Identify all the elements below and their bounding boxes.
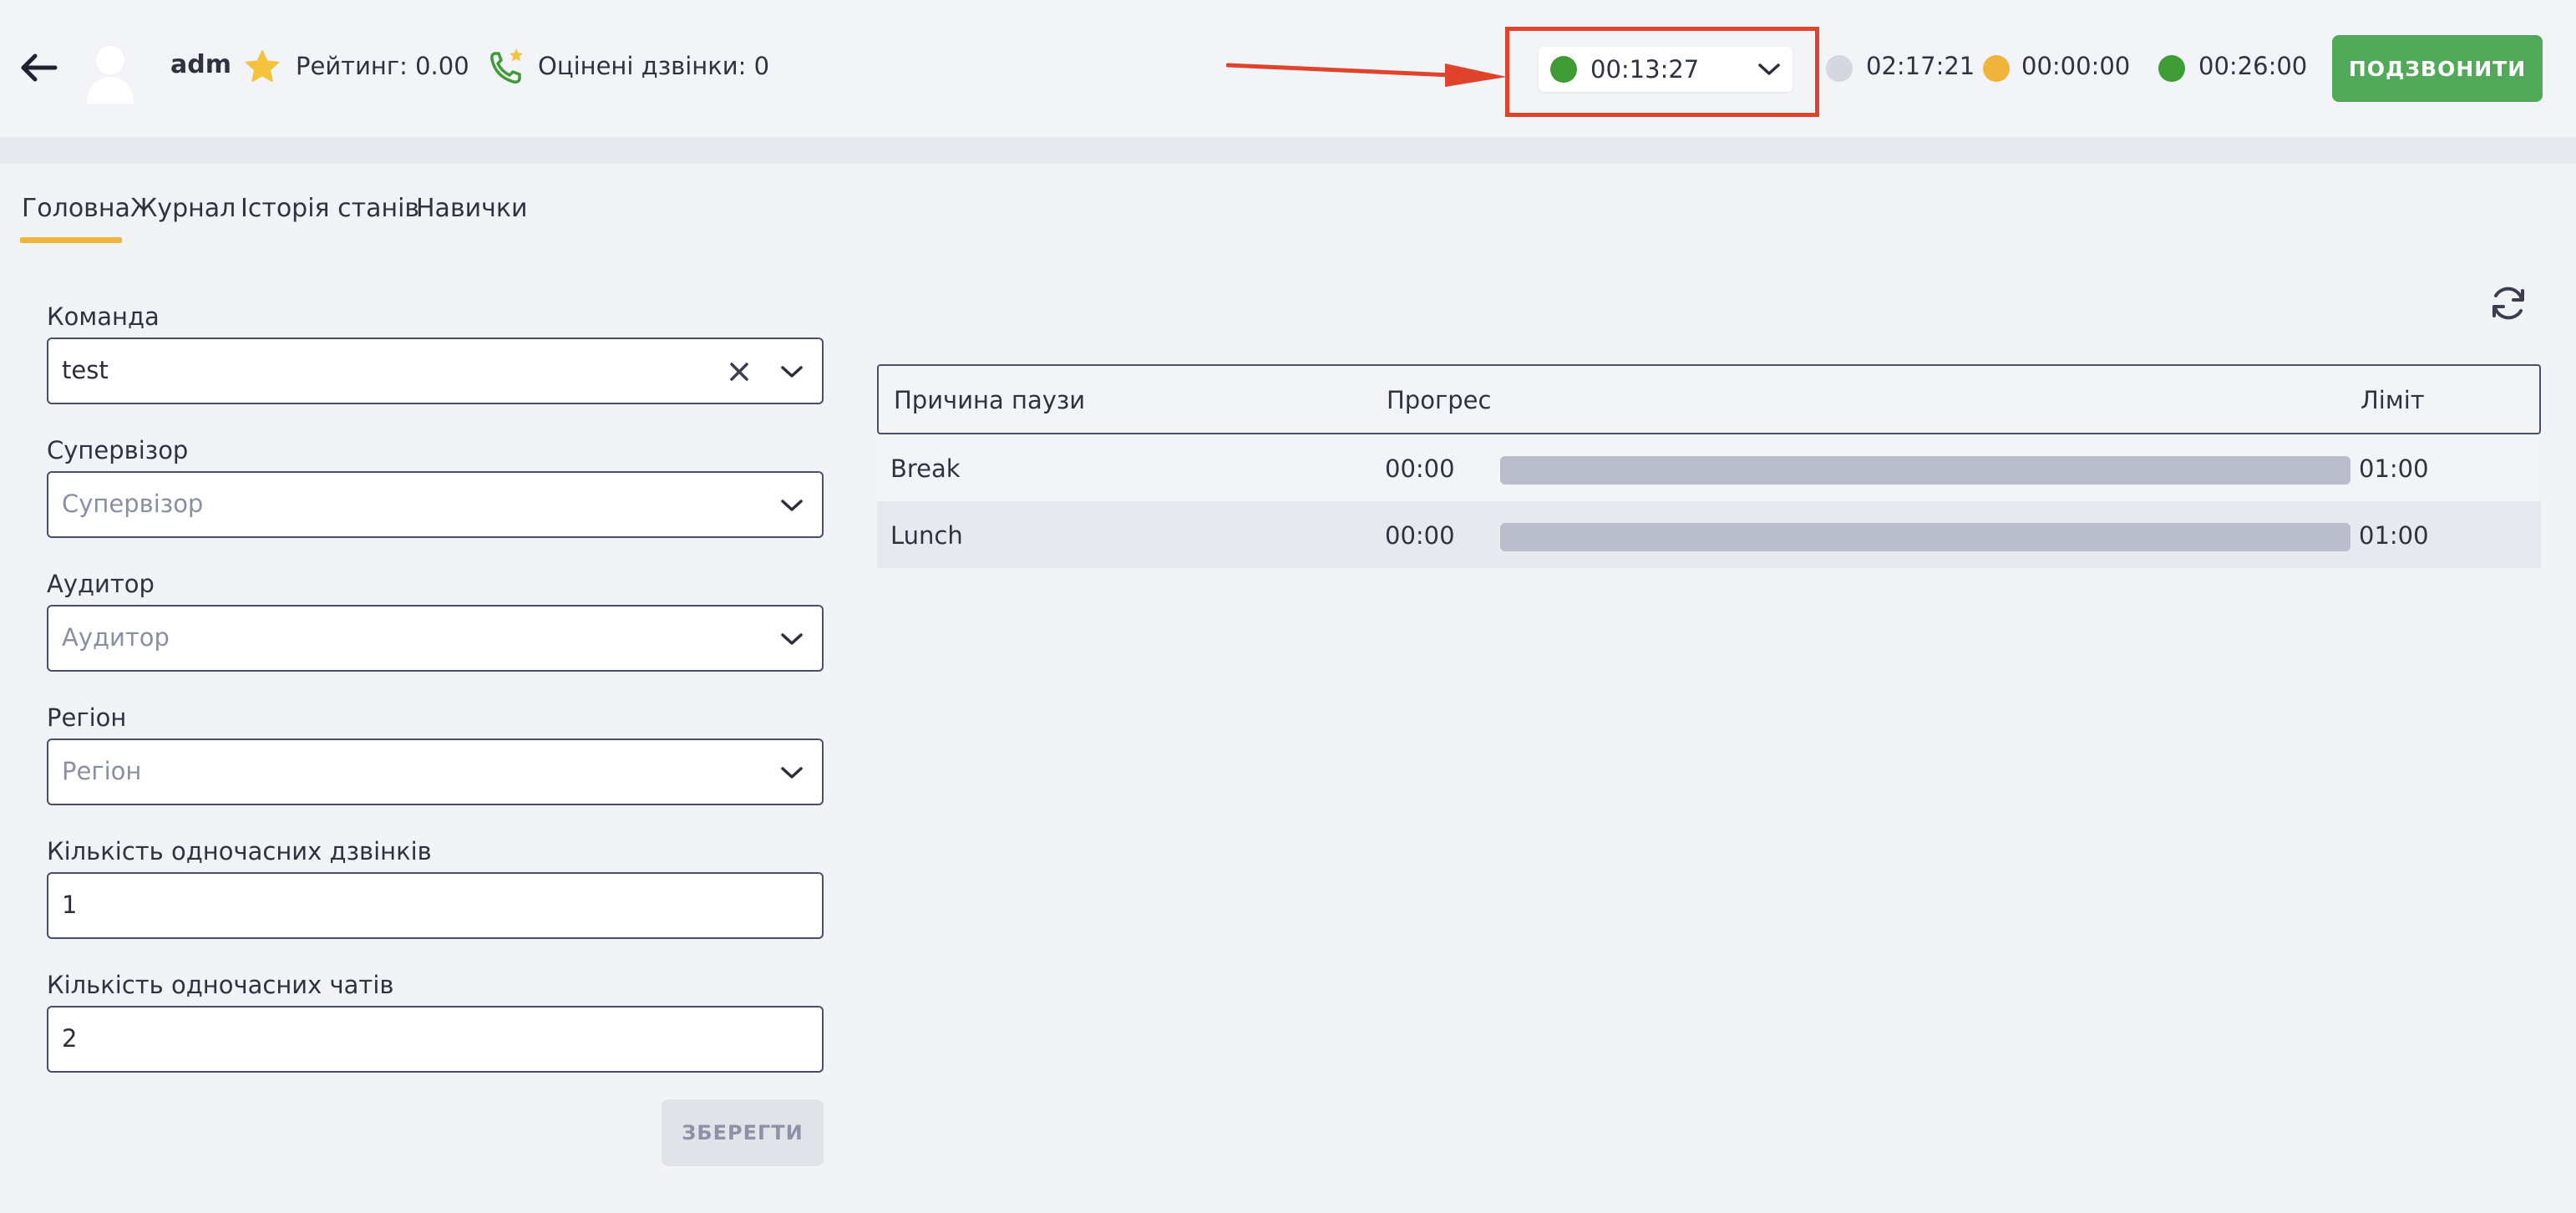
pause-table-header: Причина паузи Прогрес Ліміт xyxy=(877,364,2541,434)
annotation-arrow-icon xyxy=(1225,53,1510,87)
auditor-select[interactable]: Аудитор xyxy=(47,605,824,672)
auditor-placeholder: Аудитор xyxy=(62,623,170,652)
concurrent-calls-label: Кількість одночасних дзвінків xyxy=(47,837,432,865)
column-header-reason: Причина паузи xyxy=(894,386,1086,414)
pause-reason: Lunch xyxy=(890,521,963,550)
supervisor-label: Супервізор xyxy=(47,436,189,464)
column-header-progress: Прогрес xyxy=(1387,386,1492,414)
timer-dot-offline xyxy=(1826,55,1853,82)
back-arrow-icon[interactable] xyxy=(18,48,60,87)
top-bar: adm Рейтинг: 0.00 Оцінені дзвінки: 0 00:… xyxy=(0,0,2576,137)
pause-used-time: 00:00 xyxy=(1385,521,1455,550)
team-value: test xyxy=(62,356,109,384)
chevron-down-icon[interactable] xyxy=(780,630,804,648)
pause-reason: Break xyxy=(890,454,961,483)
table-row: Break 00:00 01:00 xyxy=(877,434,2541,501)
pause-limit: 01:00 xyxy=(2359,521,2429,550)
chevron-down-icon[interactable] xyxy=(780,496,804,515)
concurrent-chats-value: 2 xyxy=(62,1024,78,1053)
region-select[interactable]: Регіон xyxy=(47,738,824,805)
status-dot xyxy=(1550,56,1577,83)
status-select[interactable]: 00:13:27 xyxy=(1539,47,1793,92)
tab-journal[interactable]: Журнал xyxy=(130,194,236,223)
chevron-down-icon[interactable] xyxy=(780,764,804,782)
tab-main[interactable]: Головна xyxy=(22,194,130,223)
status-timer: 00:13:27 xyxy=(1590,55,1700,84)
rating-label: Рейтинг: 0.00 xyxy=(296,52,469,80)
table-row: Lunch 00:00 01:00 xyxy=(877,501,2541,568)
chevron-down-icon[interactable] xyxy=(1757,60,1781,79)
timer-pause: 00:00:00 xyxy=(2021,52,2131,80)
concurrent-chats-input[interactable]: 2 xyxy=(47,1006,824,1073)
username: adm xyxy=(170,50,231,79)
timer-offline: 02:17:21 xyxy=(1866,52,1975,80)
concurrent-calls-value: 1 xyxy=(62,891,78,919)
tab-skills[interactable]: Навички xyxy=(416,194,527,223)
timer-dot-online xyxy=(2158,55,2185,82)
pause-progress-bar xyxy=(1500,456,2350,485)
pause-limit: 01:00 xyxy=(2359,454,2429,483)
star-icon xyxy=(244,48,281,85)
clear-icon[interactable] xyxy=(727,359,752,384)
phone-star-icon xyxy=(488,47,526,87)
avatar-icon[interactable] xyxy=(84,42,137,104)
timer-online: 00:26:00 xyxy=(2198,52,2308,80)
auditor-label: Аудитор xyxy=(47,570,155,598)
save-button[interactable]: ЗБЕРЕГТИ xyxy=(662,1099,824,1166)
supervisor-select[interactable]: Супервізор xyxy=(47,471,824,538)
chevron-down-icon[interactable] xyxy=(780,363,804,381)
column-header-limit: Ліміт xyxy=(2360,386,2425,414)
pause-used-time: 00:00 xyxy=(1385,454,1455,483)
tab-state-history[interactable]: Історія станів xyxy=(241,194,419,223)
pause-progress-bar xyxy=(1500,523,2350,551)
call-button[interactable]: ПОДЗВОНИТИ xyxy=(2332,35,2543,102)
team-label: Команда xyxy=(47,302,160,331)
active-tab-indicator xyxy=(20,237,122,243)
region-label: Регіон xyxy=(47,703,127,732)
app-root: adm Рейтинг: 0.00 Оцінені дзвінки: 0 00:… xyxy=(0,0,2576,1213)
supervisor-placeholder: Супервізор xyxy=(62,490,204,518)
header-divider xyxy=(0,137,2576,164)
region-placeholder: Регіон xyxy=(62,757,142,785)
refresh-icon[interactable] xyxy=(2487,282,2529,324)
timer-dot-pause xyxy=(1983,55,2010,82)
concurrent-chats-label: Кількість одночасних чатів xyxy=(47,971,394,999)
team-select[interactable]: test xyxy=(47,338,824,404)
rated-calls-label: Оцінені дзвінки: 0 xyxy=(538,52,770,80)
concurrent-calls-input[interactable]: 1 xyxy=(47,872,824,939)
